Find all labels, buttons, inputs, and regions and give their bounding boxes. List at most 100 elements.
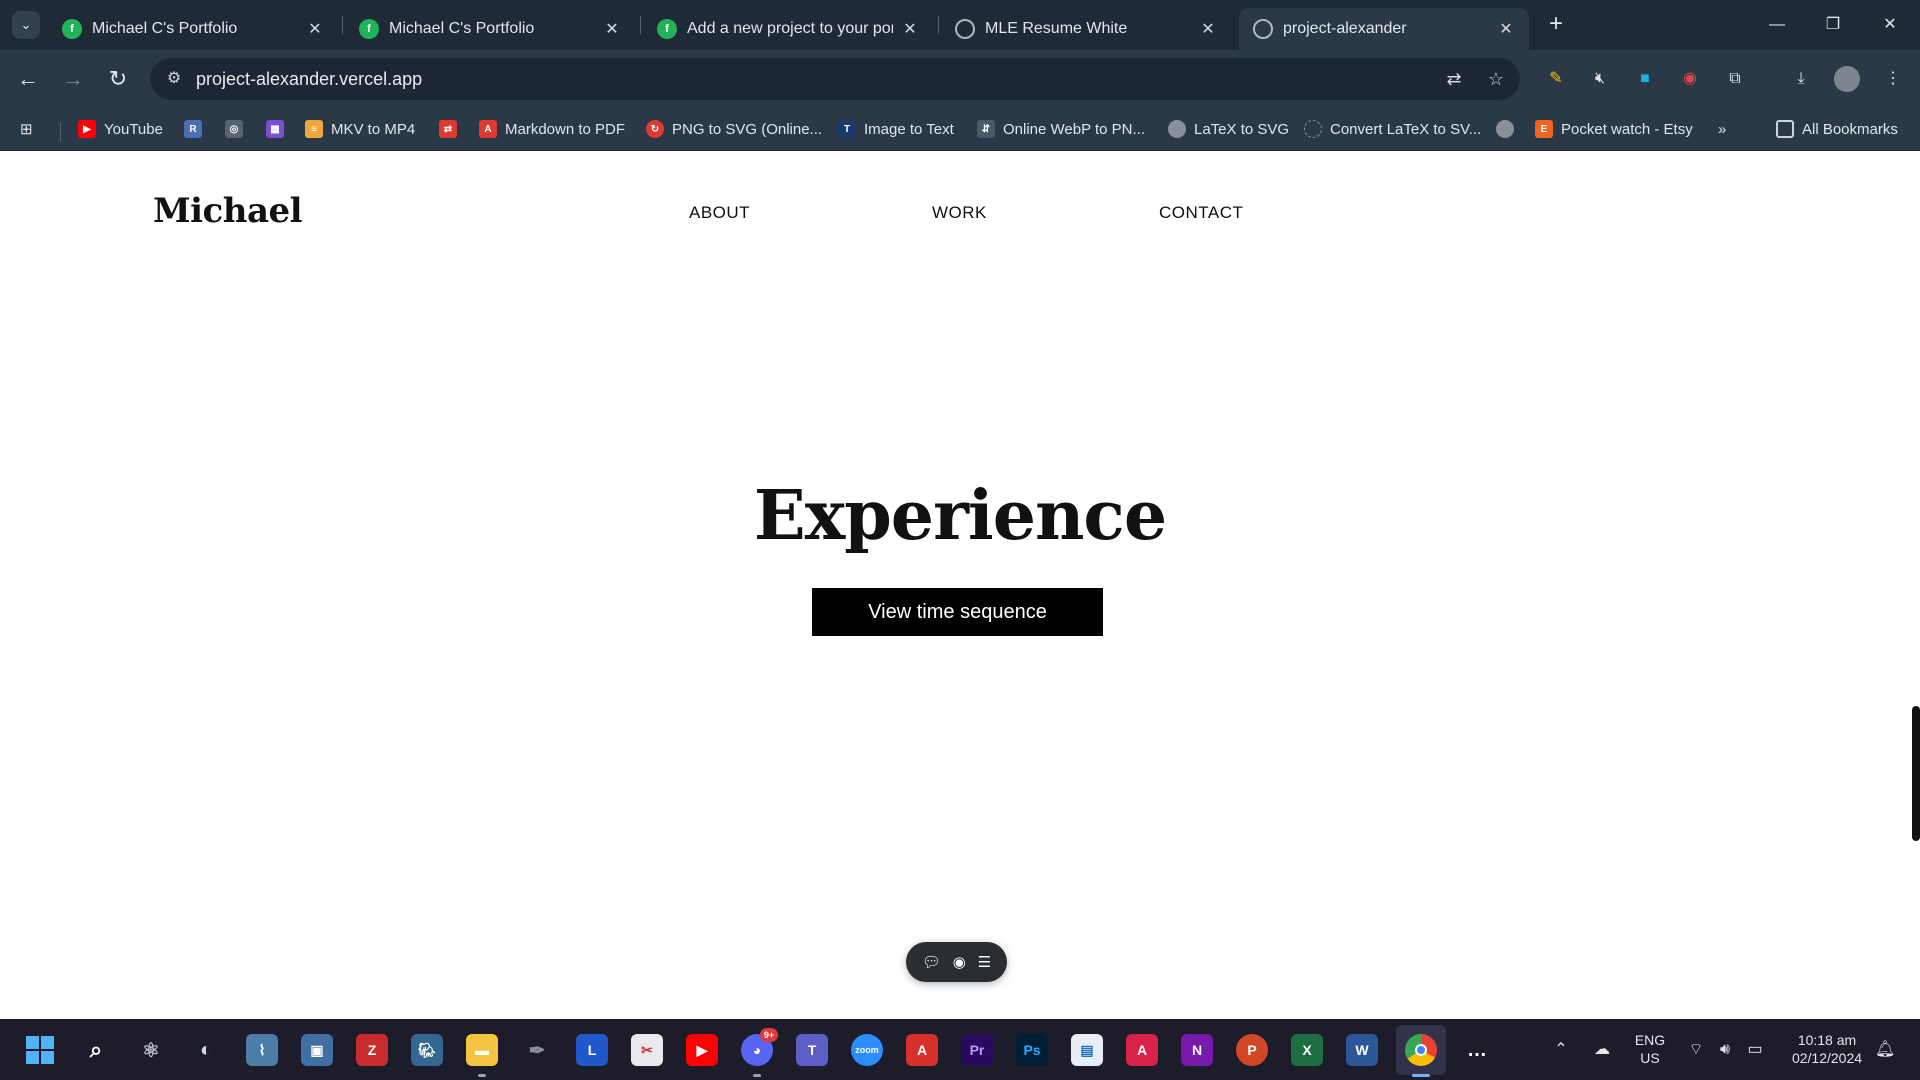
bookmark-fingerprint-icon-only[interactable]: ◎ xyxy=(225,118,251,140)
lumion-icon[interactable]: L xyxy=(576,1034,608,1066)
bookmark-label: MKV to MP4 xyxy=(331,120,416,138)
translate-icon[interactable]: ⇄ xyxy=(1442,67,1466,91)
framer-icon: f xyxy=(359,19,379,39)
chrome-icon[interactable] xyxy=(1405,1034,1437,1066)
bookmarks-bar: ⊞ ▶ YouTube R ◎ ▦ ≡ MKV to MP4 ⇄ A Markd… xyxy=(0,108,1920,151)
close-icon[interactable]: ✕ xyxy=(1497,19,1515,39)
minimize-button[interactable]: — xyxy=(1757,10,1797,40)
avatar[interactable] xyxy=(1834,66,1860,92)
site-logo[interactable]: Michael xyxy=(153,191,303,231)
autocad-icon[interactable]: A xyxy=(1126,1034,1158,1066)
tab-search-button[interactable]: ⌄ xyxy=(12,11,40,39)
filezilla-icon[interactable]: Z xyxy=(356,1034,388,1066)
zoom-icon[interactable]: zoom xyxy=(851,1034,883,1066)
kebab-menu-icon[interactable]: ⋮ xyxy=(1880,66,1906,92)
reload-button[interactable]: ↻ xyxy=(103,64,133,94)
more-apps-icon[interactable]: … xyxy=(1461,1034,1493,1066)
more-bookmarks-button[interactable]: » xyxy=(1718,118,1726,140)
new-tab-button[interactable]: + xyxy=(1543,12,1569,38)
puzzle-icon[interactable]: ⧉ xyxy=(1722,66,1748,92)
bookmark-label: Markdown to PDF xyxy=(505,120,626,138)
bookmark-convert-latex-to-svg[interactable]: Convert LaTeX to SV... xyxy=(1304,118,1481,140)
forward-button[interactable]: → xyxy=(58,64,88,94)
comment-icon[interactable]: 💬︎ xyxy=(922,953,941,971)
notification-bell-icon[interactable]: 🔔︎ xyxy=(1874,1039,1896,1061)
volume-icon[interactable]: 🔊︎ xyxy=(1714,1039,1736,1061)
bookmark-repo-icon-only[interactable]: R xyxy=(184,118,210,140)
bookmark-latex-to-svg[interactable]: LaTeX to SVG xyxy=(1168,118,1289,140)
tab-2[interactable]: f Michael C's Portfolio ✕ xyxy=(345,8,635,50)
all-bookmarks-button[interactable]: All Bookmarks xyxy=(1776,118,1898,140)
restore-button[interactable]: ❐ xyxy=(1813,10,1853,40)
window-app-icon[interactable]: ▤ xyxy=(1071,1034,1103,1066)
framer-icon: f xyxy=(657,19,677,39)
youtube-icon[interactable]: ▶ xyxy=(686,1034,718,1066)
bookmark-convert-icon-only[interactable]: ⇄ xyxy=(439,118,465,140)
bookmark-microsoft-icon-only[interactable]: ▦ xyxy=(266,118,292,140)
extension-square-icon[interactable]: ■ xyxy=(1632,66,1658,92)
photoshop-icon[interactable]: Ps xyxy=(1016,1034,1048,1066)
atom-icon[interactable]: ⚛ xyxy=(135,1034,167,1066)
teams-icon[interactable]: T xyxy=(796,1034,828,1066)
excel-icon[interactable]: X xyxy=(1291,1034,1323,1066)
battery-icon[interactable]: ▭ xyxy=(1744,1039,1766,1061)
close-window-button[interactable]: ✕ xyxy=(1870,10,1910,40)
word-icon[interactable]: W xyxy=(1346,1034,1378,1066)
bookmark-png-to-svg[interactable]: ↻ PNG to SVG (Online... xyxy=(646,118,822,140)
file-explorer-icon[interactable]: ▬ xyxy=(466,1034,498,1066)
clock[interactable]: 10:18 am 02/12/2024 xyxy=(1782,1031,1872,1067)
highlighter-extension-icon[interactable]: ✎ xyxy=(1543,66,1569,92)
nav-about[interactable]: ABOUT xyxy=(689,203,750,223)
bookmark-image-to-text[interactable]: T Image to Text xyxy=(838,118,954,140)
close-icon[interactable]: ✕ xyxy=(306,19,324,39)
extension-q-icon[interactable]: ◉ xyxy=(1677,66,1703,92)
resource-monitor-icon[interactable]: ⌇ xyxy=(246,1034,278,1066)
close-icon[interactable]: ✕ xyxy=(901,19,919,39)
onedrive-cloud-icon[interactable]: ☁ xyxy=(1591,1039,1613,1061)
download-icon[interactable]: ⤓ xyxy=(1788,66,1814,92)
bookmark-pocket-watch-etsy[interactable]: E Pocket watch - Etsy xyxy=(1535,118,1693,140)
snipping-tool-icon[interactable]: ✂ xyxy=(631,1034,663,1066)
apps-grid-icon[interactable]: ⊞ xyxy=(20,118,33,140)
tab-4[interactable]: MLE Resume White ✕ xyxy=(941,8,1231,50)
mute-icon[interactable]: 🔇︎ xyxy=(1587,66,1613,92)
acrobat-icon[interactable]: A xyxy=(906,1034,938,1066)
windows-start-icon[interactable] xyxy=(24,1034,56,1066)
search-icon[interactable]: ⌕ xyxy=(80,1034,112,1066)
address-url[interactable]: project-alexander.vercel.app xyxy=(196,69,422,90)
back-button[interactable]: ← xyxy=(13,64,43,94)
obs-icon[interactable]: ◐ xyxy=(190,1034,222,1066)
wifi-icon[interactable]: ⌔ xyxy=(1685,1039,1707,1061)
tab-3[interactable]: f Add a new project to your portf ✕ xyxy=(643,8,933,50)
page-scrollbar[interactable] xyxy=(1912,706,1920,841)
date-label: 02/12/2024 xyxy=(1791,1050,1863,1066)
premiere-icon[interactable]: Pr xyxy=(961,1034,993,1066)
view-time-sequence-button[interactable]: View time sequence xyxy=(812,588,1103,636)
star-icon[interactable]: ☆ xyxy=(1484,67,1508,91)
bookmark-label: Online WebP to PN... xyxy=(1003,120,1146,138)
eye-icon[interactable]: ◉ xyxy=(953,953,966,971)
powerpoint-icon[interactable]: P xyxy=(1236,1034,1268,1066)
feather-icon[interactable]: ✒ xyxy=(521,1034,553,1066)
remote-desktop-icon[interactable]: ▣ xyxy=(301,1034,333,1066)
language-indicator[interactable]: ENG US xyxy=(1628,1031,1672,1067)
bookmark-label: Convert LaTeX to SV... xyxy=(1330,120,1482,138)
tab-5-active[interactable]: project-alexander ✕ xyxy=(1239,8,1529,50)
site-info-icon[interactable]: ⚙ xyxy=(162,67,186,91)
bookmark-globe-icon-only[interactable] xyxy=(1496,118,1522,140)
close-icon[interactable]: ✕ xyxy=(603,19,621,39)
chevron-up-icon[interactable]: ⌃ xyxy=(1550,1039,1572,1061)
close-icon[interactable]: ✕ xyxy=(1199,19,1217,39)
bookmark-markdown-to-pdf[interactable]: A Markdown to PDF xyxy=(479,118,625,140)
address-bar[interactable]: ⚙ project-alexander.vercel.app ⇄ ☆ xyxy=(150,58,1520,100)
list-menu-icon[interactable]: ☰ xyxy=(978,953,991,971)
nav-work[interactable]: WORK xyxy=(932,203,987,223)
plus-icon: + xyxy=(1548,10,1563,37)
bookmark-youtube[interactable]: ▶ YouTube xyxy=(78,118,163,140)
bookmark-mkv-to-mp4[interactable]: ≡ MKV to MP4 xyxy=(305,118,415,140)
postgresql-icon[interactable]: 🐘︎ xyxy=(411,1034,443,1066)
nav-contact[interactable]: CONTACT xyxy=(1159,203,1243,223)
tab-1[interactable]: f Michael C's Portfolio ✕ xyxy=(48,8,338,50)
bookmark-webp-to-png[interactable]: ⇵ Online WebP to PN... xyxy=(977,118,1145,140)
onenote-icon[interactable]: N xyxy=(1181,1034,1213,1066)
